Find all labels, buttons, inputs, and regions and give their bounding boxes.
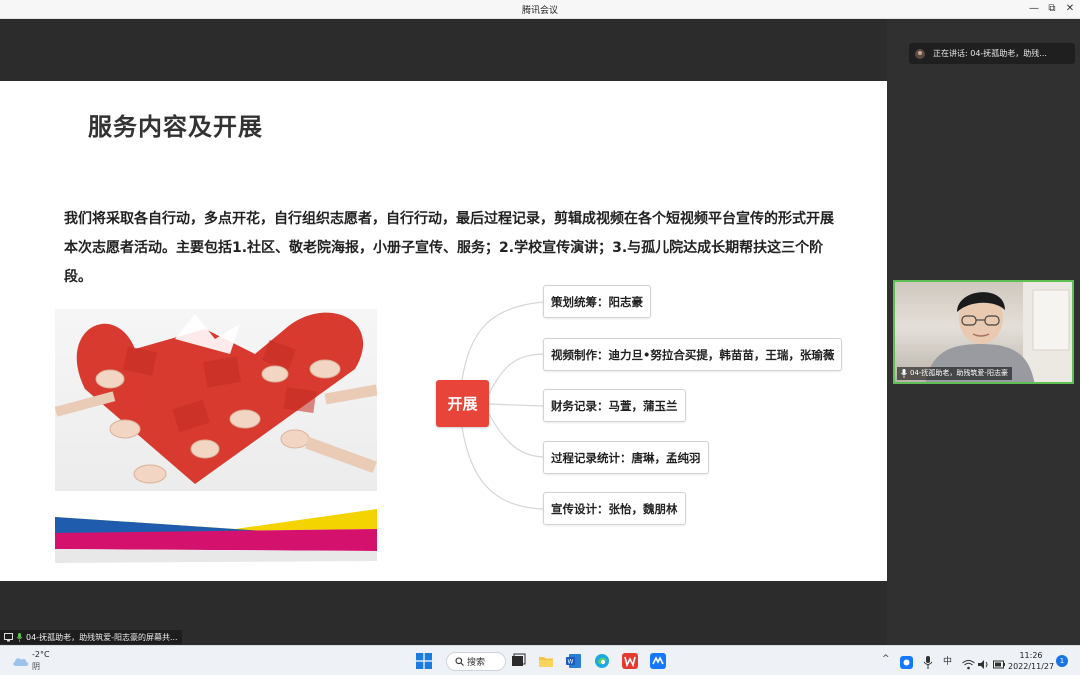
edge-icon[interactable]	[594, 653, 610, 669]
taskbar: -2°C 阴 搜索 W ^ 中 11:26 2022/11/27 1	[0, 645, 1080, 675]
participant-video[interactable]: 04-抚孤助老，助残筑爱-阳志豪	[893, 280, 1074, 384]
hands-heart-image	[55, 309, 377, 491]
mindmap-node-planning: 策划统筹：阳志豪	[543, 285, 651, 318]
word-icon[interactable]: W	[566, 653, 582, 669]
speaking-text: 正在讲话: 04-抚孤助老，助残...	[933, 49, 1047, 58]
minimize-icon[interactable]: —	[1026, 2, 1042, 16]
volume-icon[interactable]	[978, 655, 990, 669]
mindmap-node-process: 过程记录统计：唐琳，孟纯羽	[543, 441, 709, 474]
notification-badge[interactable]: 1	[1056, 655, 1068, 667]
wps-icon[interactable]	[622, 653, 638, 669]
decorative-stripes	[55, 503, 377, 565]
microphone-icon	[901, 369, 907, 378]
task-view-icon[interactable]	[510, 653, 526, 669]
taskbar-search[interactable]: 搜索	[446, 652, 506, 671]
file-explorer-icon[interactable]	[538, 653, 554, 669]
tray-app-icon[interactable]	[900, 654, 913, 669]
screen-share-icon	[4, 632, 13, 642]
screen: 腾讯会议 — ⧉ ✕ 服务内容及开展 我们将采取各自行动，多点开花，自行组织志愿…	[0, 0, 1080, 675]
weather-widget[interactable]: -2°C 阴	[10, 650, 60, 672]
shared-screen: 服务内容及开展 我们将采取各自行动，多点开花，自行组织志愿者，自行行动，最后过程…	[0, 19, 887, 645]
tencent-meeting-icon[interactable]	[650, 653, 666, 669]
speaking-indicator[interactable]: 正在讲话: 04-抚孤助老，助残...	[909, 43, 1075, 64]
participant-name-tag: 04-抚孤助老，助残筑爱-阳志豪	[897, 367, 1012, 380]
weather-temp: -2°C	[32, 650, 50, 659]
slide-body-text: 我们将采取各自行动，多点开花，自行组织志愿者，自行行动，最后过程记录，剪辑成视频…	[64, 211, 834, 285]
restore-icon[interactable]: ⧉	[1044, 2, 1060, 16]
wifi-icon[interactable]	[962, 655, 975, 670]
speaker-avatar-icon	[915, 48, 925, 59]
microphone-tray-icon[interactable]	[923, 654, 933, 669]
cloud-icon	[13, 658, 29, 666]
weather-desc: 阴	[32, 662, 40, 671]
battery-icon[interactable]	[993, 655, 1005, 669]
clock-date: 2022/11/27	[1008, 662, 1055, 671]
start-icon[interactable]	[416, 653, 432, 669]
mindmap-node-video: 视频制作：迪力旦•努拉合买提，韩苗苗，王瑞，张瑜薇	[543, 338, 843, 371]
screen-share-text: 04-抚孤助老，助残筑爱-阳志豪的屏幕共...	[26, 632, 178, 642]
search-label: 搜索	[467, 658, 486, 668]
clock-time: 11:26	[1019, 651, 1043, 660]
mindmap-node-design: 宣传设计：张怡，魏朋林	[543, 492, 686, 525]
mindmap-node-finance: 财务记录：马萱，蒲玉兰	[543, 389, 686, 422]
title-bar: 腾讯会议 — ⧉ ✕	[0, 0, 1080, 19]
participant-name: 04-抚孤助老，助残筑爱-阳志豪	[910, 369, 1008, 377]
participant-panel: 正在讲话: 04-抚孤助老，助残... 04-抚孤助老，助残筑爱-阳志豪	[887, 19, 1080, 645]
system-clock[interactable]: 11:26 2022/11/27	[1008, 650, 1054, 672]
mindmap-center-node: 开展	[436, 380, 489, 427]
close-icon[interactable]: ✕	[1062, 2, 1078, 16]
ime-indicator[interactable]: 中	[943, 654, 952, 667]
chevron-up-icon[interactable]: ^	[882, 654, 890, 664]
microphone-icon	[16, 632, 23, 642]
svg-text:W: W	[568, 659, 574, 666]
window-title: 腾讯会议	[521, 6, 558, 16]
slide-title: 服务内容及开展	[88, 113, 263, 141]
search-icon	[455, 657, 464, 666]
presentation-slide: 服务内容及开展 我们将采取各自行动，多点开花，自行组织志愿者，自行行动，最后过程…	[0, 81, 887, 581]
screen-share-notice[interactable]: 04-抚孤助老，助残筑爱-阳志豪的屏幕共...	[0, 630, 182, 644]
